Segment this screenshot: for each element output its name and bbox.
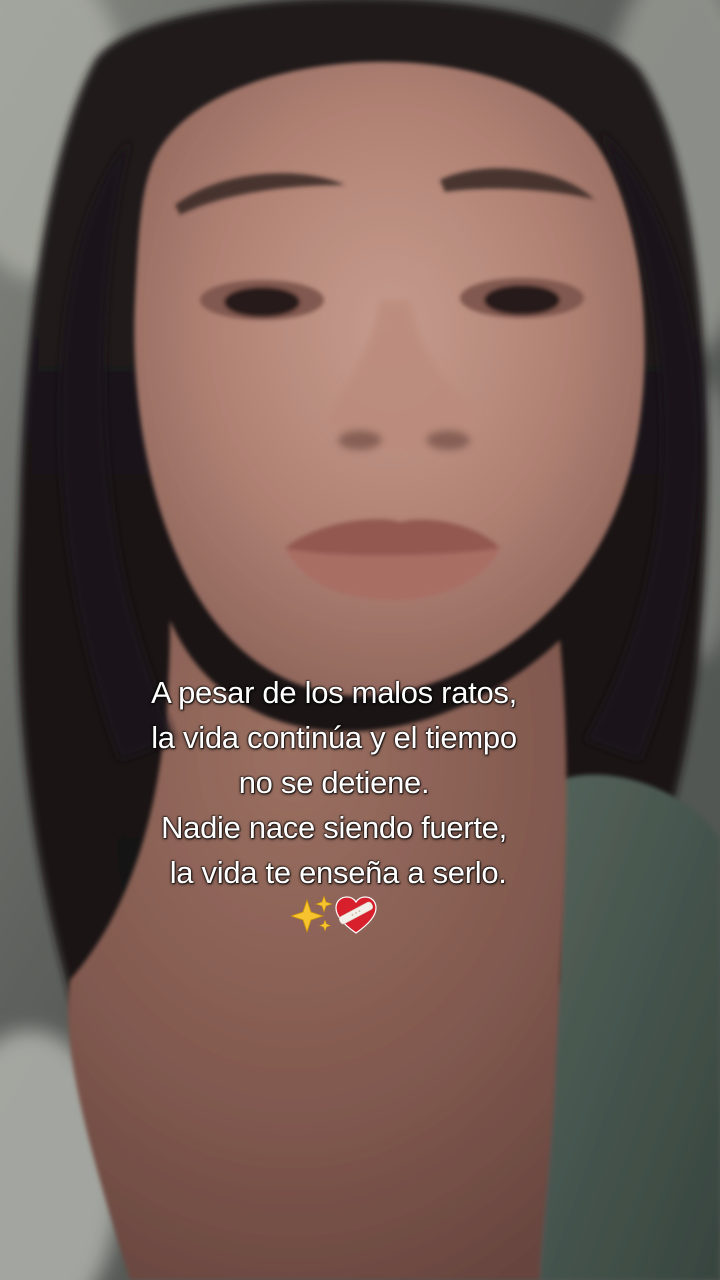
caption-line: A pesar de los malos ratos, [151, 675, 517, 710]
video-frame: A pesar de los malos ratos, la vida cont… [0, 0, 720, 1280]
caption-line: la vida te enseña a serlo. [161, 855, 507, 890]
caption-emojis [291, 895, 377, 934]
caption-text: A pesar de los malos ratos, la vida cont… [0, 670, 668, 895]
caption-line: la vida continúa y el tiempo [151, 720, 517, 755]
background-photo [0, 0, 720, 1280]
mending-heart-icon [335, 896, 377, 934]
caption-line: Nadie nace siendo fuerte, [161, 810, 507, 845]
sparkles-icon [291, 895, 333, 934]
caption-line: no se detiene. [238, 765, 430, 800]
